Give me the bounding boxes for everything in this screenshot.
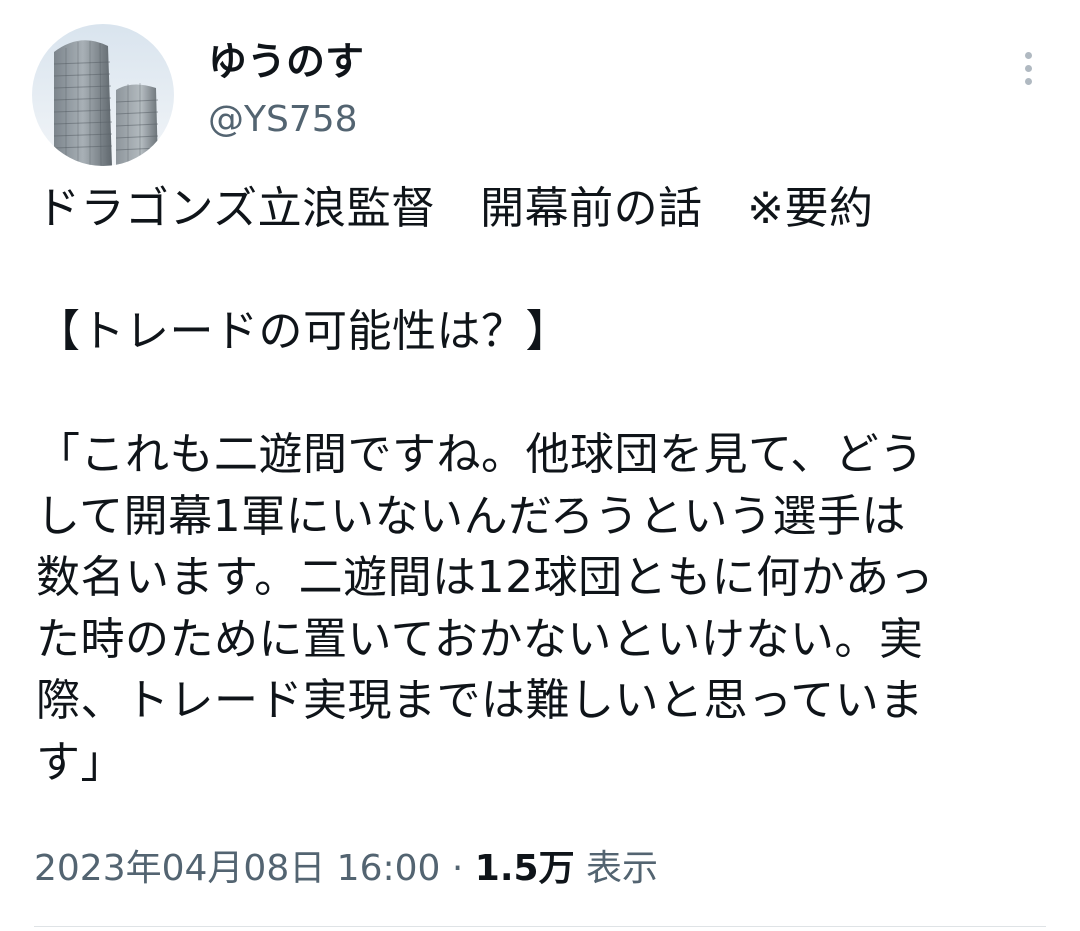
tweet-line bbox=[36, 240, 1046, 302]
tweet-line: ドラゴンズ立浪監督 開幕前の話 ※要約 bbox=[36, 183, 874, 234]
meta-separator: · bbox=[451, 848, 464, 889]
views-count: 1.5万 bbox=[474, 848, 575, 889]
tweet-line: 【トレードの可能性は？】 bbox=[36, 306, 570, 357]
tweet-line: す」 bbox=[36, 736, 125, 788]
dot bbox=[1025, 65, 1032, 72]
tweet-line: して開幕1軍にいないんだろうという選手は bbox=[36, 490, 907, 542]
timestamp[interactable]: 2023年04月08日 16:00 bbox=[34, 848, 440, 889]
tweet-line: 際、トレード実現までは難しいと思っていま bbox=[36, 675, 924, 726]
avatar-photo bbox=[32, 24, 174, 166]
tweet-line: た時のために置いておかないといけない。実 bbox=[36, 613, 924, 665]
more-options-icon[interactable] bbox=[1010, 44, 1046, 92]
dot bbox=[1025, 52, 1032, 59]
tweet-text: ドラゴンズ立浪監督 開幕前の話 ※要約 【トレードの可能性は？】 「これも二遊間… bbox=[36, 178, 1046, 793]
tweet-line bbox=[36, 363, 1046, 425]
dot bbox=[1025, 78, 1032, 85]
display-name[interactable]: ゆうのす bbox=[208, 40, 364, 87]
user-handle[interactable]: @YS758 bbox=[208, 98, 358, 141]
tweet-meta: 2023年04月08日 16:00 · 1.5万 表示 bbox=[34, 846, 658, 892]
avatar[interactable] bbox=[32, 24, 174, 166]
tweet-line: 数名います。二遊間は12球団ともに何かあっ bbox=[36, 552, 935, 603]
views-label: 表示 bbox=[586, 848, 659, 889]
tweet-line: 「これも二遊間ですね。他球団を見て、どう bbox=[36, 429, 924, 480]
divider bbox=[34, 926, 1046, 927]
